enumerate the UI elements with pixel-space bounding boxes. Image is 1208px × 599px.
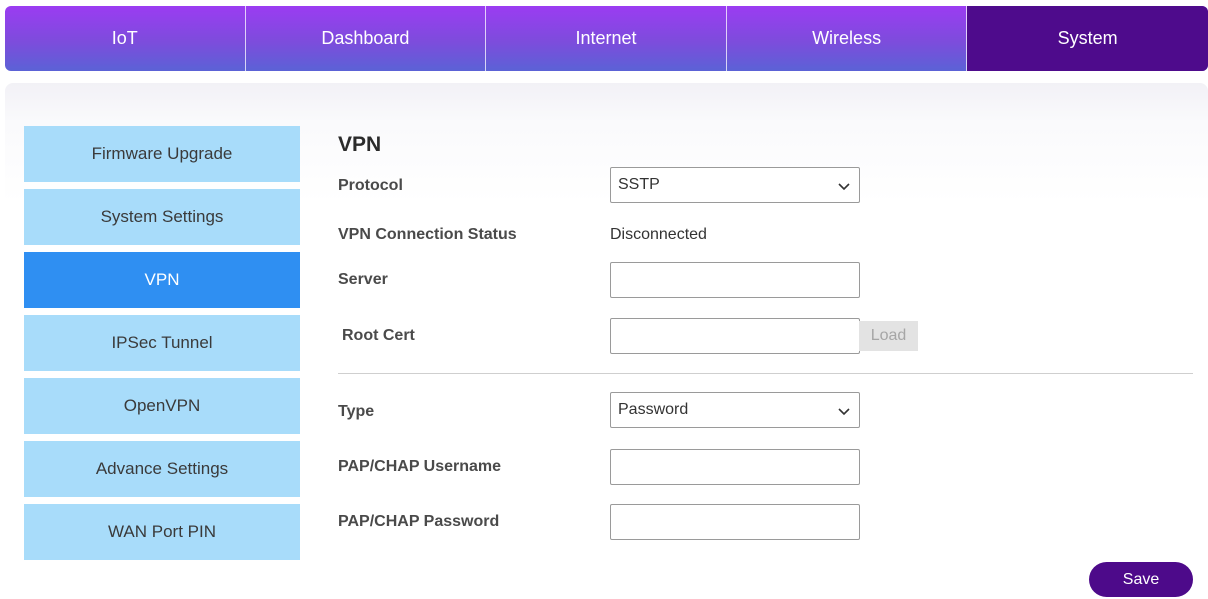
save-button[interactable]: Save	[1089, 562, 1193, 597]
tab-internet[interactable]: Internet	[486, 6, 727, 71]
root-cert-label: Root Cert	[342, 327, 415, 344]
top-navigation: IoT Dashboard Internet Wireless System	[5, 6, 1208, 71]
sidebar-item-openvpn[interactable]: OpenVPN	[24, 378, 300, 434]
divider	[338, 373, 1193, 374]
tab-wireless[interactable]: Wireless	[727, 6, 968, 71]
tab-iot[interactable]: IoT	[5, 6, 246, 71]
sidebar-item-firmware-upgrade[interactable]: Firmware Upgrade	[24, 126, 300, 182]
type-label: Type	[338, 403, 375, 420]
chevron-down-icon	[838, 408, 850, 416]
type-select[interactable]: Password	[610, 392, 860, 428]
password-input[interactable]	[610, 504, 860, 540]
sidebar-item-advance-settings[interactable]: Advance Settings	[24, 441, 300, 497]
username-label: PAP/CHAP Username	[338, 458, 502, 475]
type-value: Password	[618, 401, 689, 418]
protocol-select[interactable]: SSTP	[610, 167, 860, 203]
tab-system[interactable]: System	[967, 6, 1208, 71]
protocol-value: SSTP	[618, 176, 660, 193]
root-cert-input[interactable]	[610, 318, 860, 354]
sidebar-item-vpn[interactable]: VPN	[24, 252, 300, 308]
server-label: Server	[338, 271, 388, 288]
vpn-status-value: Disconnected	[610, 226, 707, 243]
sidebar-item-wan-port-pin[interactable]: WAN Port PIN	[24, 504, 300, 560]
password-label: PAP/CHAP Password	[338, 513, 500, 530]
server-input[interactable]	[610, 262, 860, 298]
tab-dashboard[interactable]: Dashboard	[246, 6, 487, 71]
sidebar-item-system-settings[interactable]: System Settings	[24, 189, 300, 245]
page-title: VPN	[338, 133, 382, 156]
chevron-down-icon	[838, 183, 850, 191]
protocol-label: Protocol	[338, 177, 403, 194]
username-input[interactable]	[610, 449, 860, 485]
load-button[interactable]: Load	[859, 321, 918, 351]
sidebar-item-ipsec-tunnel[interactable]: IPSec Tunnel	[24, 315, 300, 371]
vpn-status-label: VPN Connection Status	[338, 226, 517, 243]
